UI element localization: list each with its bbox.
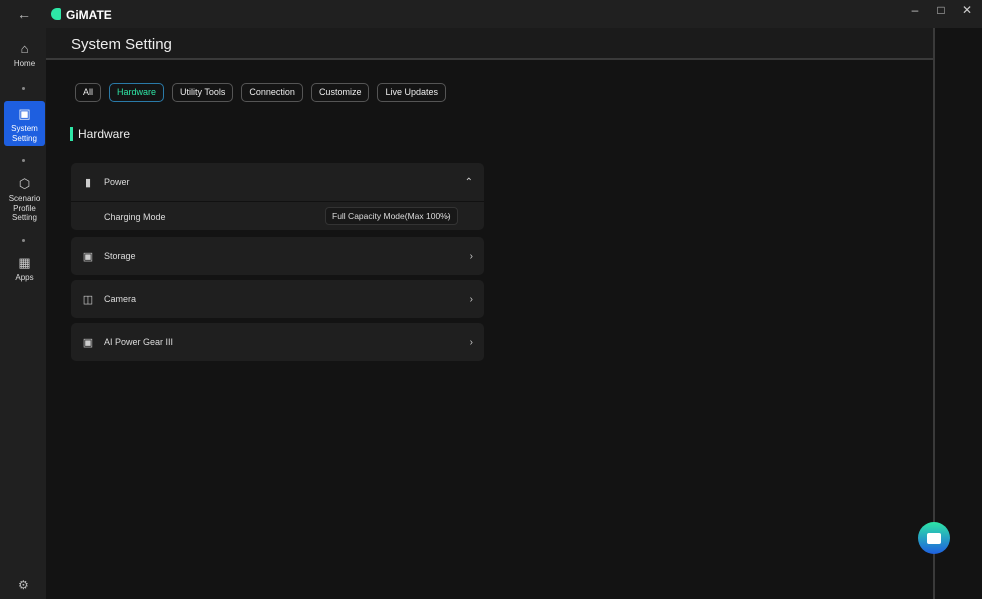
ai-power-gear-label: AI Power Gear III xyxy=(104,337,174,347)
apps-grid-icon: ▦ xyxy=(18,255,31,270)
camera-card[interactable]: ◫ Camera › xyxy=(71,280,484,318)
sidebar-item-home[interactable]: ⌂ Home xyxy=(4,42,45,72)
section-title: Hardware xyxy=(70,127,130,141)
cube-icon: ⬡ xyxy=(18,176,31,191)
tab-live-updates[interactable]: Live Updates xyxy=(377,83,446,102)
storage-chip-icon: ▣ xyxy=(82,250,94,263)
chevron-right-icon: › xyxy=(469,250,473,262)
tab-utility-tools[interactable]: Utility Tools xyxy=(172,83,234,102)
home-icon: ⌂ xyxy=(20,41,29,56)
chat-support-button[interactable] xyxy=(918,522,950,554)
camera-icon: ◫ xyxy=(82,293,94,306)
divider-dot xyxy=(22,87,25,90)
chat-bubble-icon xyxy=(927,532,941,544)
battery-icon: ▮ xyxy=(84,176,92,189)
page-title: System Setting xyxy=(71,36,172,53)
chevron-right-icon: › xyxy=(469,336,473,348)
chevron-down-icon: ⌄ xyxy=(444,211,451,220)
sidebar-item-scenario-profile[interactable]: ⬡ Scenario Profile Setting xyxy=(4,176,45,223)
tab-all[interactable]: All xyxy=(75,83,102,102)
charging-mode-value: Full Capacity Mode(Max 100%) xyxy=(332,211,451,221)
app-name: GiMATE xyxy=(66,8,112,22)
sidebar-item-label: Apps xyxy=(15,273,34,282)
power-label: Power xyxy=(104,177,130,187)
ai-power-gear-card[interactable]: ▣ AI Power Gear III › xyxy=(71,323,484,361)
charging-mode-label: Charging Mode xyxy=(104,212,166,222)
sidebar-item-label: Home xyxy=(13,59,36,68)
tab-customize[interactable]: Customize xyxy=(310,83,370,102)
chip-icon: ▣ xyxy=(18,106,31,121)
close-icon[interactable]: ✕ xyxy=(957,3,977,21)
sidebar: ⌂ Home ▣ System Setting ⬡ Scenario Profi… xyxy=(0,28,46,599)
chevron-right-icon: › xyxy=(469,293,473,305)
sidebar-item-label: Scenario Profile Setting xyxy=(8,194,41,223)
storage-card[interactable]: ▣ Storage › xyxy=(71,237,484,275)
page-header: System Setting xyxy=(46,28,934,60)
storage-label: Storage xyxy=(104,251,136,261)
title-bar: ← GiMATE – □ ✕ xyxy=(0,0,982,28)
maximize-icon[interactable]: □ xyxy=(931,3,951,21)
sidebar-item-system-setting[interactable]: ▣ System Setting xyxy=(4,101,45,146)
charging-mode-row: Charging Mode Full Capacity Mode(Max 100… xyxy=(71,201,484,230)
chevron-up-icon[interactable]: ⌃ xyxy=(465,177,473,188)
divider-dot xyxy=(22,239,25,242)
sidebar-item-label: System Setting xyxy=(11,124,38,143)
power-header[interactable]: ▮ Power ⌃ xyxy=(71,163,484,201)
divider-dot xyxy=(22,159,25,162)
camera-label: Camera xyxy=(104,294,137,304)
gimate-logo-icon xyxy=(51,8,61,20)
tab-connection[interactable]: Connection xyxy=(241,83,303,102)
back-arrow-icon[interactable]: ← xyxy=(16,6,32,22)
tab-hardware[interactable]: Hardware xyxy=(109,83,165,102)
processor-icon: ▣ xyxy=(82,336,94,349)
power-card: ▮ Power ⌃ Charging Mode Full Capacity Mo… xyxy=(71,163,484,230)
charging-mode-select[interactable]: Full Capacity Mode(Max 100%) ⌄ xyxy=(325,207,458,225)
filter-tabs: All Hardware Utility Tools Connection Cu… xyxy=(75,83,446,102)
minimize-icon[interactable]: – xyxy=(905,3,925,21)
settings-gear-icon[interactable]: ⚙ xyxy=(18,578,29,592)
scrollbar-track[interactable] xyxy=(933,28,935,599)
sidebar-item-apps[interactable]: ▦ Apps xyxy=(4,256,45,286)
